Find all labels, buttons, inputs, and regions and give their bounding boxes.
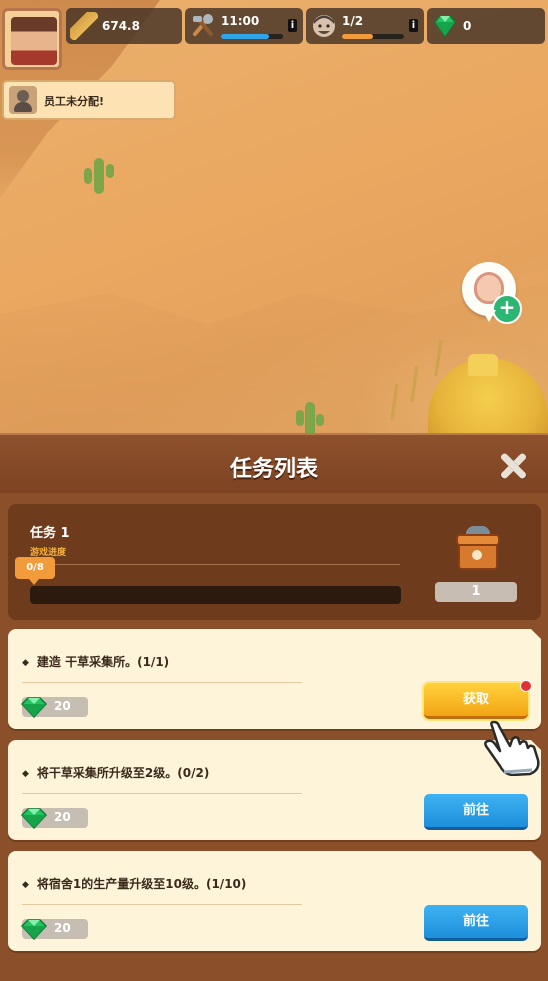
game-scene[interactable]: +	[0, 0, 548, 440]
hire-worker-bubble[interactable]: +	[462, 262, 522, 324]
plus-icon: +	[492, 294, 522, 324]
hay-icon	[70, 12, 98, 40]
gem-icon	[20, 919, 48, 940]
task-summary: 任务 1 游戏进度 0/8 1	[8, 504, 541, 620]
tools-progress-fill	[221, 34, 270, 39]
task-divider	[22, 793, 302, 794]
task-description: 建造 干草采集所。(1/1)	[22, 653, 169, 670]
chest-count: 1	[435, 582, 517, 602]
unassigned-workers-notice[interactable]: 员工未分配!	[2, 80, 176, 120]
worker-icon	[9, 86, 37, 114]
gems-value: 0	[463, 19, 472, 33]
reward-amount: 20	[54, 810, 71, 824]
workers-count[interactable]: 1/2 i	[306, 8, 424, 44]
hero-portrait[interactable]	[2, 8, 62, 70]
reward-amount: 20	[54, 921, 71, 935]
reward-amount: 20	[54, 699, 71, 713]
gems-resource[interactable]: 0	[427, 8, 545, 44]
notification-dot	[520, 680, 532, 692]
task-divider	[22, 682, 302, 683]
claim-button[interactable]: 获取	[424, 683, 528, 719]
gem-icon	[20, 697, 48, 718]
hero-portrait-image	[11, 17, 57, 65]
tools-progress-bar	[221, 34, 283, 39]
workers-value: 1/2	[342, 14, 364, 28]
hay-resource[interactable]: 674.8	[66, 8, 182, 44]
tools-timer[interactable]: 11:00 i	[185, 8, 303, 44]
go-button[interactable]: 前往	[424, 794, 528, 830]
hay-value: 674.8	[102, 19, 140, 33]
panel-title: 任务列表	[229, 457, 318, 482]
gem-icon	[20, 808, 48, 829]
gem-icon	[431, 12, 459, 40]
gem-reward: 20	[20, 919, 88, 940]
progress-badge: 0/8	[15, 557, 55, 585]
close-icon[interactable]	[498, 451, 528, 481]
task-card: 将宿舍1的生产量升级至10级。(1/10) 20 前往	[8, 851, 541, 951]
task-card: 建造 干草采集所。(1/1) 20 获取	[8, 629, 541, 729]
cactus-icon	[84, 158, 114, 196]
go-button[interactable]: 前往	[424, 905, 528, 941]
worker-icon	[310, 12, 338, 40]
task-divider	[22, 904, 302, 905]
summary-divider	[30, 564, 400, 565]
chest-icon[interactable]	[456, 526, 500, 572]
pointer-hand-icon	[484, 720, 540, 776]
tools-icon	[189, 12, 217, 40]
workers-progress-bar	[342, 34, 404, 39]
gem-reward: 20	[20, 697, 88, 718]
task-name: 任务 1	[30, 526, 70, 541]
task-card: 将干草采集所升级至2级。(0/2) 20 前往	[8, 740, 541, 840]
panel-header: 任务列表	[0, 433, 548, 493]
tools-time: 11:00	[221, 14, 260, 28]
task-description: 将干草采集所升级至2级。(0/2)	[22, 764, 209, 781]
task-description: 将宿舍1的生产量升级至10级。(1/10)	[22, 875, 246, 892]
task-progress-bar	[30, 586, 401, 604]
task-panel: 任务列表 任务 1 游戏进度 0/8 1 建造 干草采集所。(1/1) 20 获…	[0, 433, 548, 981]
workers-progress-fill	[342, 34, 373, 39]
info-icon[interactable]: i	[409, 19, 418, 32]
notice-text: 员工未分配!	[44, 95, 105, 108]
gem-reward: 20	[20, 808, 88, 829]
info-icon[interactable]: i	[288, 19, 297, 32]
